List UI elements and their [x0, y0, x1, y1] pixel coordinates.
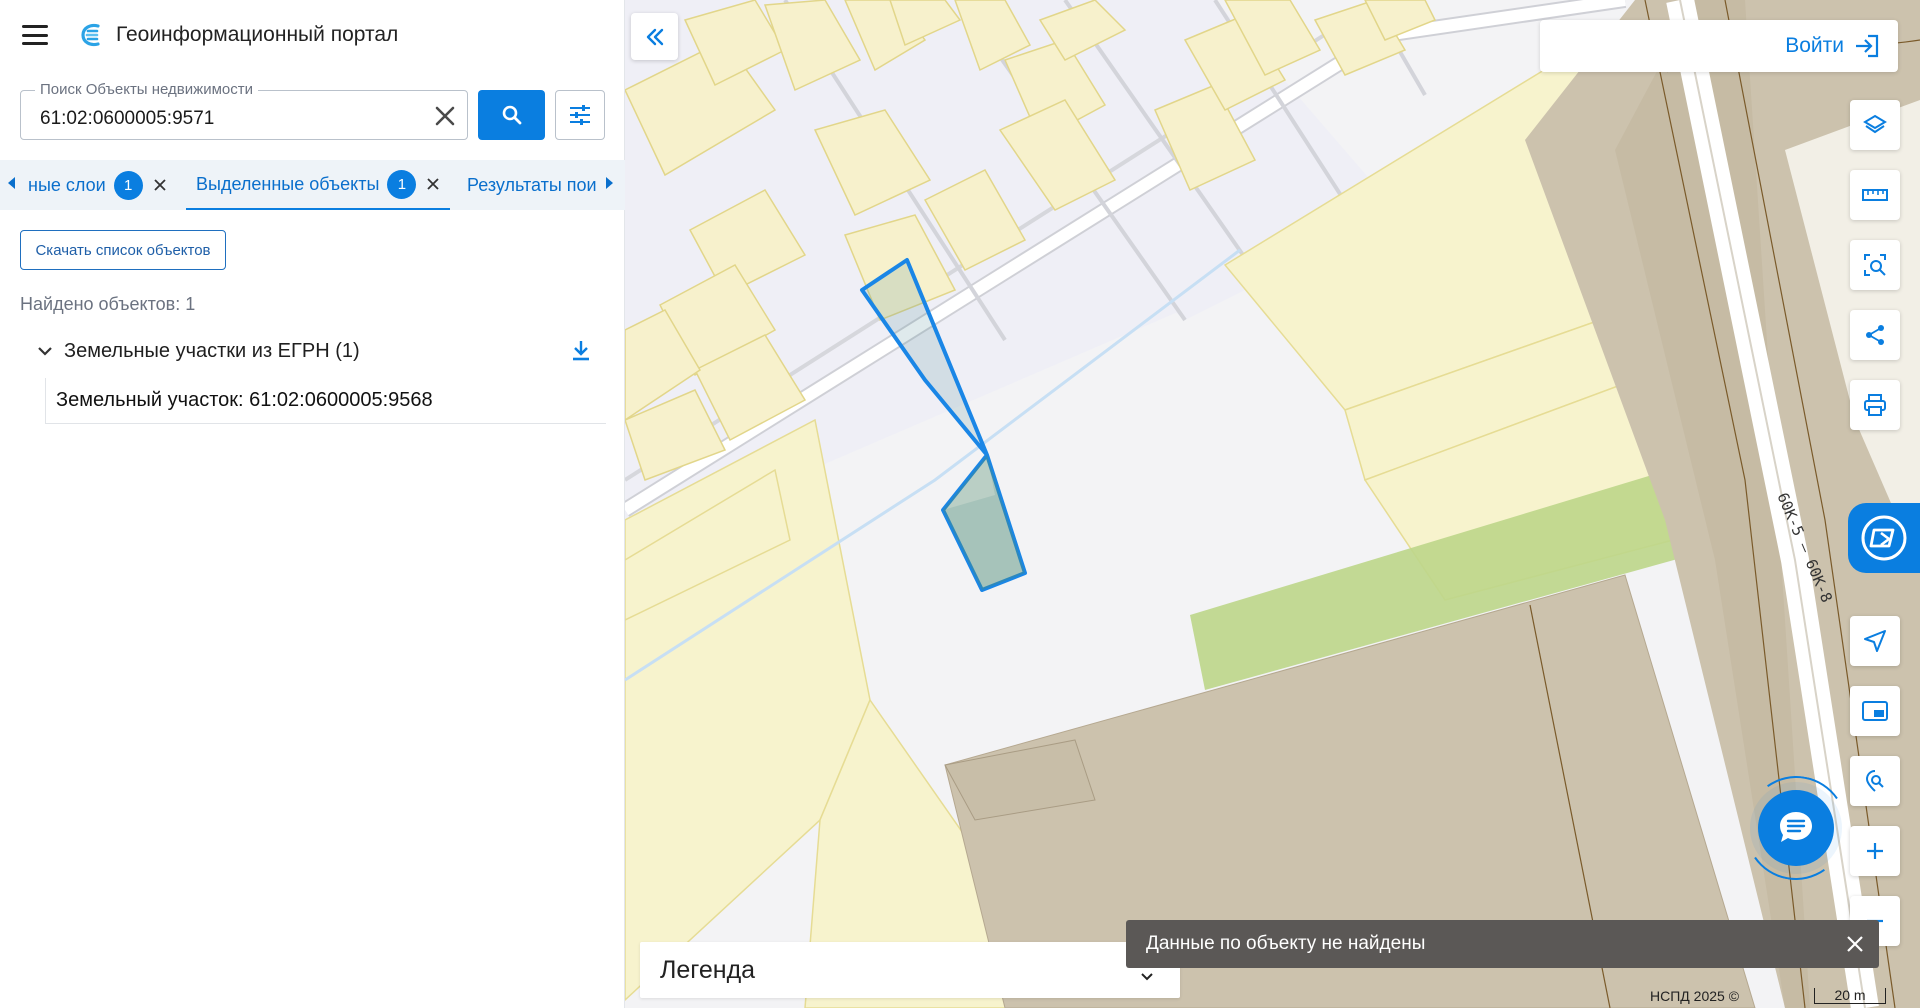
- assistant-button[interactable]: [1848, 503, 1920, 573]
- navigate-icon: [1864, 630, 1886, 652]
- collapse-panel-button[interactable]: [631, 13, 678, 60]
- chat-button[interactable]: [1758, 790, 1834, 866]
- tabs-scroll-right-icon[interactable]: [606, 177, 613, 189]
- layers-icon: [1863, 114, 1887, 134]
- download-icon[interactable]: [570, 339, 592, 363]
- login-label: Войти: [1785, 34, 1844, 57]
- sidebar: Геоинформационный портал Поиск Объекты н…: [0, 0, 625, 1008]
- login-button[interactable]: Войти: [1540, 20, 1898, 72]
- ruler-icon: [1862, 189, 1888, 201]
- print-icon: [1864, 394, 1886, 416]
- top-bar: Геоинформационный портал: [0, 0, 624, 70]
- portal-logo-icon: [81, 23, 100, 47]
- filter-button[interactable]: [555, 90, 605, 140]
- found-count: Найдено объектов: 1: [20, 294, 196, 314]
- geo-search-icon: [1865, 770, 1884, 792]
- download-list-button[interactable]: Скачать список объектов: [20, 230, 226, 270]
- map-view[interactable]: 60К-5 – 60К-8 8 Войти: [625, 0, 1920, 1008]
- tab-layers[interactable]: ные слои 1: [28, 160, 167, 210]
- result-group[interactable]: Земельные участки из ЕГРН (1): [36, 336, 596, 366]
- double-chevron-left-icon: [646, 28, 663, 45]
- print-button[interactable]: [1850, 380, 1900, 430]
- minimap-icon: [1862, 701, 1888, 721]
- tab-search-results[interactable]: Результаты пои: [467, 160, 597, 210]
- close-icon[interactable]: [153, 178, 167, 192]
- tab-label: Результаты пои: [467, 174, 597, 195]
- navigate-button[interactable]: [1850, 616, 1900, 666]
- notification-toast: Данные по объекту не найдены: [1126, 920, 1879, 968]
- chat-icon: [1780, 812, 1812, 842]
- close-icon[interactable]: [426, 177, 440, 191]
- tabs-scroll-left-icon[interactable]: [8, 177, 15, 189]
- clear-search-icon[interactable]: [431, 102, 459, 130]
- minimap-button[interactable]: [1850, 686, 1900, 736]
- tabs-bar: ные слои 1 Выделенные объекты 1 Результа…: [0, 160, 625, 210]
- geo-search-button[interactable]: [1850, 756, 1900, 806]
- map-attribution: НСПД 2025 ©: [1650, 988, 1740, 1004]
- area-search-button[interactable]: [1850, 240, 1900, 290]
- share-button[interactable]: [1850, 310, 1900, 360]
- legend-label: Легенда: [660, 955, 756, 984]
- filter-settings-icon: [570, 105, 590, 125]
- measure-button[interactable]: [1850, 170, 1900, 220]
- area-search-icon: [1864, 254, 1886, 276]
- tab-selected-objects[interactable]: Выделенные объекты 1: [186, 160, 451, 210]
- close-icon[interactable]: [1845, 934, 1865, 954]
- search-row: Поиск Объекты недвижимости: [20, 81, 605, 140]
- menu-icon[interactable]: [22, 25, 48, 45]
- assistant-icon: [1861, 515, 1907, 561]
- search-icon: [502, 105, 521, 125]
- search-input[interactable]: [21, 91, 467, 139]
- scale-bar: 20 m: [1814, 988, 1886, 1004]
- list-item[interactable]: Земельный участок: 61:02:0600005:9568: [45, 378, 606, 424]
- zoom-in-icon: [1867, 843, 1883, 859]
- tab-badge: 1: [387, 169, 417, 199]
- legend-panel[interactable]: Легенда: [640, 942, 1180, 998]
- chevron-down-icon[interactable]: [36, 342, 54, 360]
- login-icon: [1856, 34, 1879, 58]
- tab-label: ные слои: [28, 174, 106, 195]
- share-icon: [1866, 325, 1884, 345]
- map-canvas[interactable]: [625, 0, 1920, 1008]
- search-field: Поиск Объекты недвижимости: [20, 81, 468, 140]
- layers-button[interactable]: [1850, 100, 1900, 150]
- group-title: Земельные участки из ЕГРН (1): [64, 339, 360, 362]
- tab-label: Выделенные объекты: [196, 173, 380, 194]
- toast-text: Данные по объекту не найдены: [1146, 933, 1426, 954]
- app-title: Геоинформационный портал: [116, 23, 399, 46]
- tab-badge: 1: [113, 170, 143, 200]
- search-button[interactable]: [478, 90, 545, 140]
- zoom-in-button[interactable]: [1850, 826, 1900, 876]
